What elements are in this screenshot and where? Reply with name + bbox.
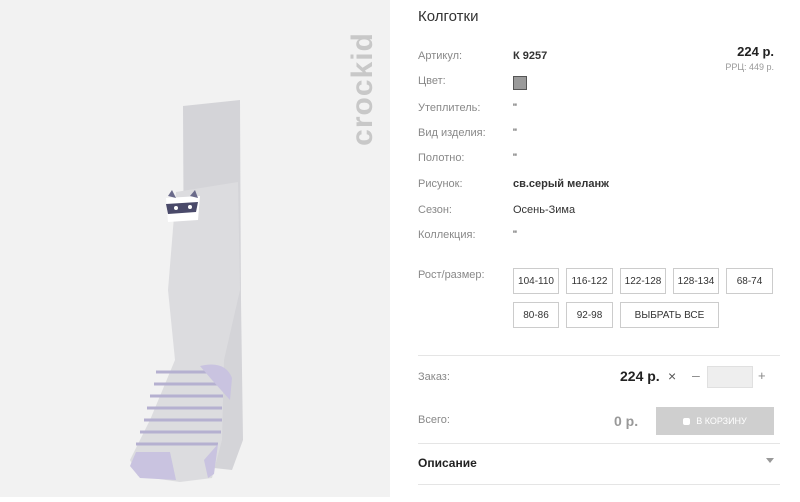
cart-icon: [683, 417, 691, 425]
attr-label: Полотно:: [418, 152, 465, 164]
increase-quantity-button[interactable]: +: [758, 368, 766, 383]
divider: [418, 355, 780, 356]
order-label: Заказ:: [418, 371, 450, 383]
tights-image: [130, 100, 243, 482]
attr-value: К 9257: [513, 50, 548, 62]
attr-value: ": [513, 152, 517, 164]
add-to-cart-label: В КОРЗИНУ: [696, 416, 747, 426]
size-option[interactable]: 128-134: [673, 268, 719, 294]
divider: [418, 443, 780, 444]
attr-value: св.серый меланж: [513, 178, 609, 190]
chevron-down-icon[interactable]: [766, 458, 774, 463]
brand-logo: crockid: [344, 20, 384, 160]
description-toggle[interactable]: Описание: [418, 456, 477, 470]
attr-label: Рисунок:: [418, 178, 463, 190]
product-photo: crockid: [0, 0, 390, 497]
order-price: 224 р.: [620, 368, 660, 384]
size-option[interactable]: 104-110: [513, 268, 559, 294]
color-swatch[interactable]: [513, 76, 527, 90]
size-option[interactable]: 122-128: [620, 268, 666, 294]
attr-value: ": [513, 127, 517, 139]
product-price: 224 р.: [737, 44, 774, 59]
attr-label: Цвет:: [418, 75, 446, 87]
size-option[interactable]: 68-74: [726, 268, 773, 294]
attr-value: ": [513, 229, 517, 241]
quantity-input[interactable]: [707, 366, 753, 388]
attr-label: Коллекция:: [418, 229, 476, 241]
size-option[interactable]: 116-122: [566, 268, 613, 294]
divider: [418, 484, 780, 485]
size-option[interactable]: 92-98: [566, 302, 613, 328]
recommended-retail-price: РРЦ: 449 р.: [725, 62, 774, 72]
attr-label: Артикул:: [418, 50, 463, 62]
multiply-icon: ×: [668, 368, 677, 384]
attr-label: Утеплитель:: [418, 102, 481, 114]
brand-logo-text: crockid: [345, 32, 379, 146]
attr-value: Осень-Зима: [513, 204, 576, 216]
total-value: 0 р.: [614, 413, 639, 429]
attr-label: Сезон:: [418, 204, 452, 216]
sizes-label: Рост/размер:: [418, 269, 485, 281]
attr-label: Вид изделия:: [418, 127, 486, 139]
add-to-cart-button[interactable]: В КОРЗИНУ: [656, 407, 774, 435]
total-label: Всего:: [418, 414, 450, 426]
size-option[interactable]: 80-86: [513, 302, 559, 328]
select-all-sizes-button[interactable]: ВЫБРАТЬ ВСЕ: [620, 302, 719, 328]
attr-value: ": [513, 102, 517, 114]
product-title: Колготки: [418, 8, 479, 25]
decrease-quantity-button[interactable]: –: [692, 367, 700, 383]
